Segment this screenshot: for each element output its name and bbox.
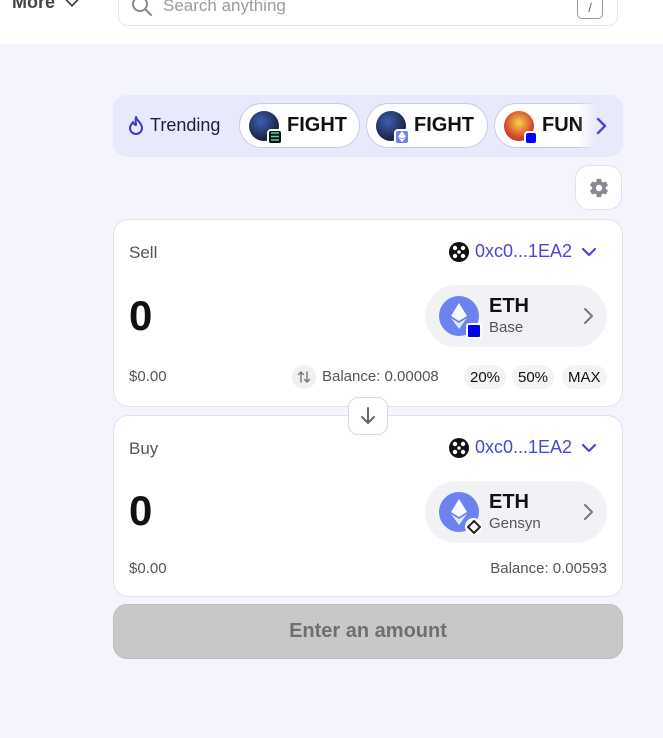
buy-wallet-selector[interactable]: 0xc0...1EA2 bbox=[448, 437, 600, 458]
max-button[interactable]: MAX bbox=[562, 365, 607, 389]
search-shortcut-key: / bbox=[577, 0, 603, 19]
percent-50-button[interactable]: 50% bbox=[512, 365, 555, 389]
search-icon bbox=[132, 0, 152, 16]
trending-item-fight-1[interactable]: FIGHT bbox=[239, 103, 360, 148]
arrow-down-icon bbox=[361, 407, 375, 424]
trending-item-label: FIGHT bbox=[287, 114, 347, 136]
sell-token-selector[interactable]: ETH Base bbox=[425, 285, 607, 347]
wallet-address: 0xc0...1EA2 bbox=[474, 437, 572, 457]
flip-direction-button[interactable] bbox=[348, 397, 388, 435]
chevron-down-icon bbox=[581, 443, 597, 452]
search-input[interactable] bbox=[163, 0, 563, 16]
sell-balance: Balance: 0.00008 bbox=[322, 368, 439, 385]
ethereum-badge-icon bbox=[394, 128, 410, 145]
solana-badge-icon bbox=[267, 128, 283, 145]
chevron-down-icon bbox=[581, 247, 597, 256]
buy-usd-value: $0.00 bbox=[129, 560, 167, 577]
buy-title: Buy bbox=[129, 439, 159, 458]
gensyn-network-badge-icon bbox=[465, 518, 482, 535]
sell-usd-value: $0.00 bbox=[129, 368, 167, 385]
trending-text: Trending bbox=[150, 115, 221, 135]
fight-token-icon bbox=[376, 110, 410, 145]
wallet-avatar-icon bbox=[448, 241, 469, 262]
sell-wallet-selector[interactable]: 0xc0...1EA2 bbox=[448, 241, 600, 262]
sell-amount-input[interactable]: 0 bbox=[129, 292, 152, 340]
sell-title: Sell bbox=[129, 243, 158, 262]
base-badge-icon bbox=[524, 130, 538, 145]
eth-token-icon bbox=[439, 492, 482, 535]
trending-item-label: FUN bbox=[542, 114, 584, 136]
fun-token-icon bbox=[504, 110, 538, 145]
more-label: More bbox=[12, 0, 56, 12]
sell-card: Sell 0xc0...1EA2 0 ETH Base $0.00 Balanc… bbox=[113, 219, 623, 407]
trending-next-button[interactable] bbox=[578, 95, 623, 157]
trending-label: Trending bbox=[127, 115, 220, 136]
chevron-right-icon bbox=[584, 308, 593, 324]
sell-token-symbol: ETH bbox=[489, 295, 529, 317]
eth-token-icon bbox=[439, 296, 482, 339]
buy-token-selector[interactable]: ETH Gensyn bbox=[425, 481, 607, 543]
enter-amount-button[interactable]: Enter an amount bbox=[113, 604, 623, 659]
trending-item-label: FIGHT bbox=[414, 114, 474, 136]
chevron-right-icon bbox=[596, 117, 606, 135]
chevron-down-icon bbox=[65, 0, 79, 7]
swap-arrows-icon bbox=[297, 371, 311, 383]
buy-card: Buy 0xc0...1EA2 0 ETH Gensyn $0.00 Balan… bbox=[113, 415, 623, 597]
top-bar: More / bbox=[0, 0, 663, 44]
chevron-right-icon bbox=[584, 504, 593, 520]
trending-item-fight-2[interactable]: FIGHT bbox=[366, 103, 488, 148]
wallet-avatar-icon bbox=[448, 437, 469, 458]
more-menu-button[interactable]: More bbox=[12, 0, 81, 13]
search-bar[interactable]: / bbox=[118, 0, 618, 26]
wallet-address: 0xc0...1EA2 bbox=[474, 241, 572, 261]
buy-token-symbol: ETH bbox=[489, 491, 529, 513]
buy-token-network: Gensyn bbox=[489, 515, 541, 532]
fight-token-icon bbox=[249, 110, 283, 145]
buy-balance: Balance: 0.00593 bbox=[490, 560, 607, 577]
buy-amount-input[interactable]: 0 bbox=[129, 487, 152, 535]
percent-20-button[interactable]: 20% bbox=[464, 365, 507, 389]
sell-token-network: Base bbox=[489, 319, 524, 336]
settings-button[interactable] bbox=[575, 165, 622, 210]
trending-bar: Trending FIGHT FIGHT FUN bbox=[113, 95, 623, 157]
base-network-badge-icon bbox=[466, 323, 482, 339]
flame-icon bbox=[129, 115, 143, 135]
toggle-currency-button[interactable] bbox=[292, 365, 316, 389]
gear-icon bbox=[589, 178, 608, 197]
